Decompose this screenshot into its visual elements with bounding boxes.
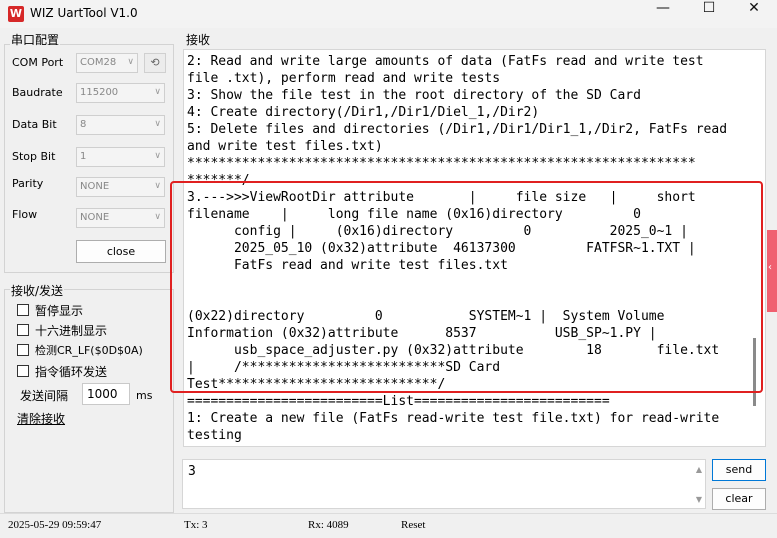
baudrate-select[interactable]: 115200 ∨ bbox=[76, 83, 165, 103]
hex-display-checkbox[interactable] bbox=[17, 324, 29, 336]
stop-bit-label: Stop Bit bbox=[12, 150, 56, 163]
title-bar: W WIZ UartTool V1.0 — ☐ ✕ bbox=[0, 0, 777, 28]
status-rx: Rx: 4089 bbox=[308, 519, 349, 531]
send-interval-input[interactable]: 1000 bbox=[82, 383, 130, 405]
chevron-down-icon: ∨ bbox=[154, 87, 161, 97]
close-window-button[interactable]: ✕ bbox=[731, 0, 777, 28]
recv-send-title: 接收/发送 bbox=[10, 282, 65, 299]
status-tx: Tx: 3 bbox=[184, 519, 208, 531]
chevron-down-icon: ∨ bbox=[154, 181, 161, 191]
refresh-ports-button[interactable]: ⟲ bbox=[144, 53, 166, 73]
reset-counters-button[interactable]: Reset bbox=[401, 519, 425, 531]
com-port-label: COM Port bbox=[12, 56, 64, 69]
pause-display-checkbox[interactable] bbox=[17, 304, 29, 316]
data-bit-label: Data Bit bbox=[12, 118, 57, 131]
close-port-button[interactable]: close bbox=[76, 240, 166, 263]
send-button[interactable]: send bbox=[712, 459, 766, 481]
serial-config-title: 串口配置 bbox=[10, 31, 61, 48]
refresh-icon: ⟲ bbox=[150, 56, 160, 69]
detect-crlf-label: 检测CR_LF($0D$0A) bbox=[35, 344, 143, 357]
minimize-button[interactable]: — bbox=[640, 0, 686, 28]
com-port-select[interactable]: COM28 ∨ bbox=[76, 53, 138, 73]
status-bar: 2025-05-29 09:59:47 Tx: 3 Rx: 4089 Reset bbox=[0, 513, 777, 538]
scroll-down-icon[interactable]: ▼ bbox=[696, 495, 702, 504]
parity-value: NONE bbox=[80, 181, 110, 192]
send-interval-unit: ms bbox=[136, 389, 153, 402]
com-port-value: COM28 bbox=[80, 57, 117, 68]
stop-bit-value: 1 bbox=[80, 151, 87, 162]
chevron-down-icon: ∨ bbox=[154, 119, 161, 129]
parity-select[interactable]: NONE ∨ bbox=[76, 177, 165, 197]
baudrate-label: Baudrate bbox=[12, 86, 63, 99]
send-interval-label: 发送间隔 bbox=[20, 389, 69, 403]
window-title: WIZ UartTool V1.0 bbox=[30, 6, 138, 20]
pause-display-label: 暂停显示 bbox=[35, 304, 84, 318]
side-tab[interactable]: ‹ bbox=[767, 230, 777, 312]
maximize-button[interactable]: ☐ bbox=[686, 0, 732, 28]
clear-receive-link[interactable]: 清除接收 bbox=[17, 410, 65, 427]
clear-send-button[interactable]: clear bbox=[712, 488, 766, 510]
scroll-up-icon[interactable]: ▲ bbox=[696, 465, 702, 474]
chevron-down-icon: ∨ bbox=[154, 212, 161, 222]
chevron-down-icon: ∨ bbox=[154, 151, 161, 161]
send-input-value: 3 bbox=[188, 464, 196, 479]
baudrate-value: 115200 bbox=[80, 87, 119, 98]
parity-label: Parity bbox=[12, 177, 44, 190]
status-timestamp: 2025-05-29 09:59:47 bbox=[8, 519, 102, 531]
data-bit-value: 8 bbox=[80, 119, 87, 130]
loop-send-checkbox[interactable] bbox=[17, 365, 29, 377]
app-logo-icon: W bbox=[8, 6, 24, 22]
chevron-left-icon: ‹ bbox=[768, 262, 772, 273]
chevron-down-icon: ∨ bbox=[127, 57, 134, 67]
send-text-area[interactable]: 3 ▲ ▼ bbox=[182, 459, 706, 509]
highlight-box bbox=[170, 181, 763, 393]
hex-display-label: 十六进制显示 bbox=[35, 324, 108, 338]
flow-label: Flow bbox=[12, 208, 38, 221]
detect-crlf-checkbox[interactable] bbox=[17, 344, 29, 356]
loop-send-label: 指令循环发送 bbox=[35, 365, 108, 379]
flow-value: NONE bbox=[80, 212, 110, 223]
stop-bit-select[interactable]: 1 ∨ bbox=[76, 147, 165, 167]
receive-title: 接收 bbox=[186, 33, 211, 47]
flow-select[interactable]: NONE ∨ bbox=[76, 208, 165, 228]
data-bit-select[interactable]: 8 ∨ bbox=[76, 115, 165, 135]
